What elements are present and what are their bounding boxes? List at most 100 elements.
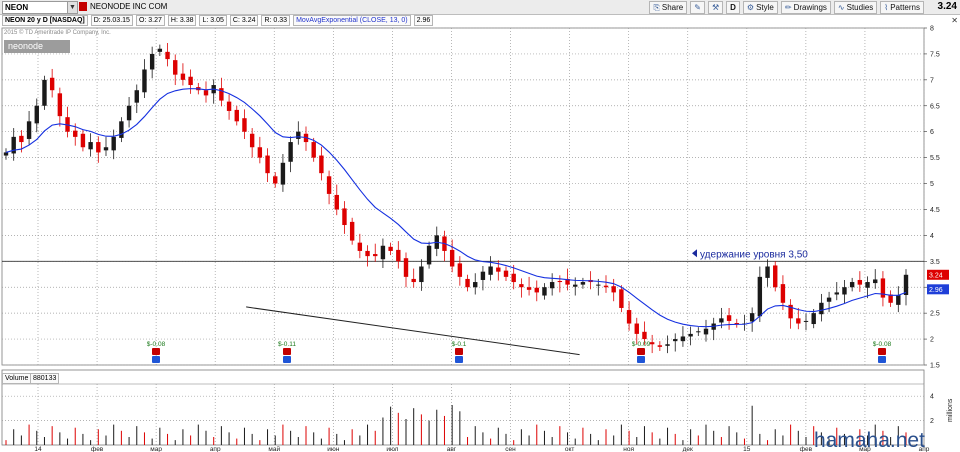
candle-body: [873, 279, 878, 284]
watermark: hamaha.net: [814, 429, 925, 452]
dividend-info-icon: [283, 356, 291, 363]
chart-grid: [1, 27, 925, 446]
candle-body: [342, 208, 347, 226]
month-label: фев: [91, 446, 104, 452]
ema-polyline: [5, 88, 907, 328]
candle-body: [696, 331, 701, 333]
month-label: авг: [447, 446, 457, 452]
ema-line: [5, 88, 907, 328]
candle-body: [396, 249, 401, 262]
volume-tick-label: 2: [930, 418, 934, 425]
candle-body: [573, 284, 578, 287]
candle-body: [180, 73, 186, 80]
volume-label: Volume: [2, 373, 32, 384]
candle-body: [580, 282, 586, 285]
candle-body: [280, 162, 286, 185]
candle-body: [411, 278, 416, 283]
price-tick-label: 2: [930, 337, 934, 344]
candle-body: [134, 90, 139, 103]
dividend-marker-icon: [878, 348, 886, 355]
candle-body: [319, 155, 324, 174]
candle-body: [419, 266, 424, 283]
candle-body: [42, 79, 47, 106]
candle-body: [226, 101, 232, 111]
price-tick-label: 5: [930, 181, 934, 188]
candle-body: [526, 287, 532, 290]
candle-body: [19, 135, 24, 143]
candle-body: [326, 176, 332, 194]
candle-body: [73, 130, 78, 137]
candle-body: [642, 331, 647, 340]
dividend-info-icon: [152, 356, 160, 363]
volume-pane-frame: [1, 369, 925, 446]
candle-body: [811, 313, 816, 325]
candle-body: [103, 147, 109, 151]
price-pane-frame: [1, 27, 925, 366]
candle-body: [596, 284, 601, 286]
dividend-marker-icon: [283, 348, 291, 355]
candle-body: [519, 284, 524, 288]
price-tick-label: 3.5: [930, 259, 940, 266]
candle-body: [242, 118, 247, 132]
price-tick-label: 8: [930, 26, 934, 33]
candle-body: [334, 194, 339, 210]
dividends: $-0.08 $-0.11 $-0.1 $-0.09 $-0.08: [147, 341, 892, 363]
candle-body: [765, 266, 770, 278]
candle-body: [896, 295, 901, 305]
candle-body: [619, 289, 624, 308]
candle-body: [657, 345, 663, 347]
price-chart[interactable]: $-0.08 $-0.11 $-0.1 $-0.09 $-0.08 8 7.5 7 6.5 6 5…: [0, 0, 960, 452]
dividend-info-icon: [455, 356, 463, 363]
candle-body: [826, 297, 832, 302]
candle-body: [388, 246, 393, 251]
candle-body: [757, 276, 763, 317]
candle-body: [534, 287, 539, 293]
dividend-label: $-0.08: [147, 341, 166, 348]
candle-body: [88, 142, 93, 150]
candle-body: [796, 318, 801, 324]
candle-body: [165, 51, 170, 60]
month-label: дек: [683, 446, 693, 452]
dividend-label: $-0.1: [452, 341, 467, 348]
price-tick-label: 6.5: [930, 103, 940, 110]
volume-unit-label: millions: [947, 398, 954, 422]
dividend-marker-icon: [455, 348, 463, 355]
candle-body: [849, 282, 855, 288]
candle-body: [257, 147, 263, 158]
time-axis: 14 фев мар апр май июн июл авг сен окт ноя дек 15 фев…: [34, 445, 929, 452]
candle-body: [111, 136, 116, 151]
dividend-label: $-0.09: [632, 341, 651, 348]
month-label: 15: [743, 446, 751, 452]
candle-body: [34, 105, 39, 124]
month-label: фев: [800, 446, 813, 452]
candle-body: [273, 176, 278, 184]
candle-body: [126, 105, 132, 121]
volume-value: 880133: [30, 373, 60, 384]
candle-body: [296, 131, 301, 139]
month-label: окт: [565, 446, 575, 452]
price-tick-label: 7.5: [930, 51, 940, 58]
candle-body: [449, 249, 455, 267]
candle-body: [857, 279, 863, 285]
price-tick-label: 1.5: [930, 363, 940, 370]
trend-line: [246, 306, 580, 356]
volume-tick-label: 4: [930, 394, 934, 401]
candle-body: [149, 53, 155, 70]
month-label: июн: [327, 446, 340, 452]
candle-body: [803, 320, 809, 322]
month-label: ноя: [623, 446, 634, 452]
candle-body: [373, 254, 378, 257]
trend-line-segment: [246, 306, 580, 356]
dividend-marker-icon: [152, 348, 160, 355]
price-tick-label: 4: [930, 233, 934, 240]
ema-price-badge-text: 2.96: [929, 287, 943, 294]
candle-body: [542, 287, 547, 296]
candle-body: [603, 285, 609, 288]
candle-body: [96, 142, 101, 153]
candle-body: [80, 133, 86, 148]
candle-body: [819, 302, 824, 315]
candle-body: [773, 265, 778, 288]
candle-body: [49, 77, 55, 91]
candle-body: [357, 242, 363, 251]
candle-body: [188, 76, 193, 86]
